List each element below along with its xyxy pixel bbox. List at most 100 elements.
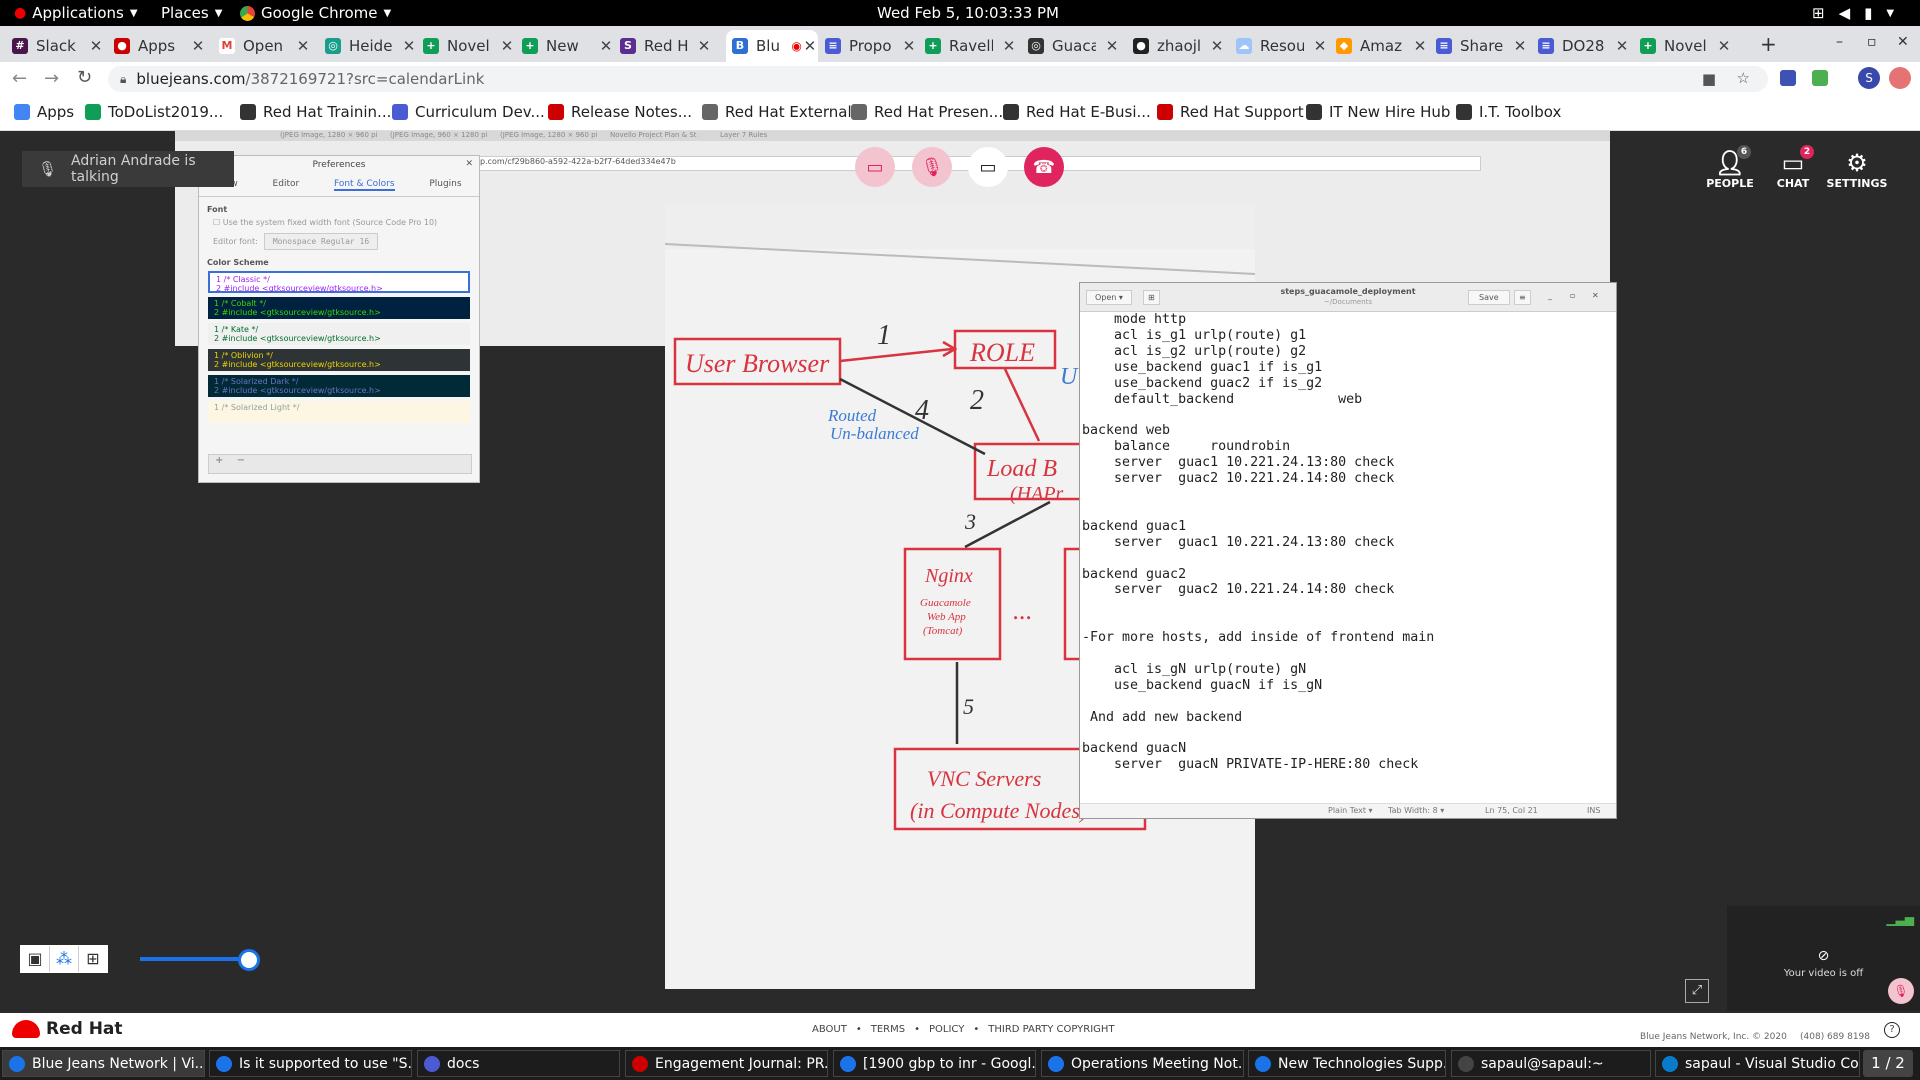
close-icon[interactable]: ✕ [399, 37, 419, 55]
tab-slack[interactable]: # Slack ✕ [12, 30, 106, 62]
profile-avatar[interactable]: S [1858, 67, 1880, 89]
back-icon[interactable]: ← [12, 68, 27, 89]
bookmark-red-hat-support[interactable]: Red Hat Support [1157, 103, 1304, 121]
tab-ravell[interactable]: + Ravell ✕ [925, 30, 1019, 62]
minimize-icon[interactable]: _ [1548, 291, 1552, 300]
tab-blu[interactable]: B Blu ◉ ✕ [726, 30, 818, 62]
remove-scheme-button[interactable]: − [237, 455, 245, 466]
chat-button[interactable]: ▭ 2 CHAT [1758, 145, 1828, 190]
tab-width-selector[interactable]: Tab Width: 8 ▾ [1388, 806, 1444, 815]
hang-up-button[interactable]: ☎ [1024, 147, 1064, 187]
close-icon[interactable]: ✕ [694, 37, 714, 55]
close-icon[interactable]: ✕ [1612, 37, 1632, 55]
bookmark-curriculum-dev[interactable]: Curriculum Dev... [392, 103, 545, 121]
close-icon[interactable]: ✕ [1102, 37, 1122, 55]
close-icon[interactable]: ✕ [596, 37, 616, 55]
minimize-icon[interactable]: – [1836, 34, 1843, 50]
close-icon[interactable]: ✕ [1410, 37, 1430, 55]
taskbar-item[interactable]: docs [417, 1050, 620, 1077]
workspace-indicator[interactable]: 1 / 2 [1863, 1050, 1913, 1077]
people-view-icon[interactable]: ⁂ [49, 946, 78, 972]
close-icon[interactable]: ✕ [86, 37, 106, 55]
star-icon[interactable]: ☆ [1737, 69, 1750, 87]
help-icon[interactable]: ? [1884, 1022, 1900, 1038]
screen-share-button[interactable]: ▭ [968, 147, 1008, 187]
add-scheme-button[interactable]: + [215, 455, 223, 466]
taskbar-item[interactable]: Engagement Journal: PR... [625, 1050, 828, 1077]
zoom-slider[interactable] [140, 949, 260, 971]
footer-link[interactable]: TERMS [871, 1024, 905, 1035]
tab-zhaojl[interactable]: ● zhaojl ✕ [1133, 30, 1227, 62]
tab-red-h[interactable]: S Red H ✕ [620, 30, 714, 62]
tab-novel[interactable]: + Novel ✕ [423, 30, 517, 62]
camera-blocked-icon[interactable]: ■ [1702, 70, 1716, 88]
taskbar-item[interactable]: [1900 gbp to inr - Googl... [833, 1050, 1036, 1077]
color-scheme-item[interactable]: 1 /* Kate */2 #include <gtksourceview/gt… [208, 323, 470, 345]
tab-guaca[interactable]: ◎ Guaca ✕ [1028, 30, 1122, 62]
tab-new[interactable]: + New ✕ [522, 30, 616, 62]
close-icon[interactable]: ✕ [802, 37, 818, 55]
extension-icon[interactable] [1780, 70, 1796, 86]
close-icon[interactable]: ✕ [1897, 34, 1909, 50]
bookmark-red-hat-external[interactable]: Red Hat External [702, 103, 852, 121]
color-scheme-item[interactable]: 1 /* Oblivion */2 #include <gtksourcevie… [208, 349, 470, 371]
close-icon[interactable]: ✕ [497, 37, 517, 55]
taskbar-item[interactable]: New Technologies Supp... [1248, 1050, 1446, 1077]
color-scheme-item[interactable]: 1 /* Cobalt */2 #include <gtksourceview/… [208, 297, 470, 319]
bookmark-red-hat-e-busi[interactable]: Red Hat E-Busi... [1003, 103, 1151, 121]
bookmark-release-notes[interactable]: Release Notes... [548, 103, 692, 121]
extension-icon[interactable] [1812, 70, 1828, 86]
system-tray[interactable]: ⊞ ◀ ▮ ▼ [1812, 4, 1894, 22]
bookmark-todolist2019[interactable]: ToDoList2019... [85, 103, 223, 121]
people-button[interactable]: 👤︎ 6 PEOPLE [1695, 145, 1765, 190]
footer-link[interactable]: THIRD PARTY COPYRIGHT [988, 1024, 1114, 1035]
applications-menu[interactable]: ● Applications ▼ [14, 4, 138, 22]
prefs-tab[interactable]: Editor [273, 179, 300, 191]
taskbar-item[interactable]: Blue Jeans Network | Vi... [2, 1050, 205, 1077]
close-icon[interactable]: ✕ [999, 37, 1019, 55]
close-icon[interactable]: ✕ [1310, 37, 1330, 55]
close-icon[interactable]: ✕ [1592, 291, 1599, 300]
tab-novel[interactable]: + Novel ✕ [1640, 30, 1734, 62]
tab-amaz[interactable]: ◆ Amaz ✕ [1336, 30, 1430, 62]
address-bar[interactable]: 🔒︎ bluejeans.com/387216972​1?src=calenda… [108, 66, 1768, 92]
places-menu[interactable]: Places ▼ [161, 4, 222, 22]
taskbar-item[interactable]: Operations Meeting Not... [1041, 1050, 1244, 1077]
close-icon[interactable]: ✕ [465, 159, 473, 169]
extension-icon[interactable] [1889, 67, 1911, 89]
forward-icon[interactable]: → [44, 68, 59, 89]
tab-open[interactable]: M Open ✕ [219, 30, 313, 62]
mute-button[interactable]: 🎙︎ [912, 147, 952, 187]
save-button[interactable]: Save [1468, 290, 1510, 305]
bookmark-i-t-toolbox[interactable]: I.T. Toolbox [1456, 103, 1561, 121]
bookmark-apps[interactable]: Apps [14, 103, 74, 121]
system-font-checkbox[interactable]: ☐ Use the system fixed width font (Sourc… [213, 218, 479, 227]
gallery-view-icon[interactable]: ⊞ [78, 946, 107, 972]
close-icon[interactable]: ✕ [188, 37, 208, 55]
editor-font-button[interactable]: Monospace Regular 16 [263, 233, 379, 250]
tab-do28[interactable]: ≡ DO28 ✕ [1538, 30, 1632, 62]
footer-link[interactable]: ABOUT [812, 1024, 847, 1035]
clock[interactable]: Wed Feb 5, 10:03:33 PM [877, 4, 1059, 22]
speaker-view-icon[interactable]: ▣ [21, 946, 49, 972]
cursor-position[interactable]: Ln 75, Col 21 [1485, 806, 1538, 815]
prefs-tab[interactable]: Font & Colors [333, 179, 395, 191]
bookmark-red-hat-presen[interactable]: Red Hat Presen... [851, 103, 1003, 121]
taskbar-item[interactable]: sapaul@sapaul:~ [1451, 1050, 1651, 1077]
color-scheme-item[interactable]: 1 /* Solarized Light */ [208, 401, 470, 423]
maximize-icon[interactable]: ▫ [1867, 34, 1877, 50]
reload-icon[interactable]: ↻ [77, 67, 92, 88]
close-icon[interactable]: ✕ [1207, 37, 1227, 55]
tab-share[interactable]: ≡ Share ✕ [1436, 30, 1530, 62]
fullscreen-icon[interactable]: ⤢ [1685, 979, 1709, 1003]
new-tab-icon[interactable]: + [1760, 32, 1777, 56]
tab-resou[interactable]: ☁ Resou ✕ [1236, 30, 1330, 62]
video-toggle-button[interactable]: ▭ [855, 147, 895, 187]
app-menu[interactable]: Google Chrome ▼ [240, 4, 391, 22]
taskbar-item[interactable]: Is it supported to use "S... [209, 1050, 412, 1077]
menu-icon[interactable]: ≡ [1514, 290, 1531, 305]
bookmark-red-hat-trainin[interactable]: Red Hat Trainin... [240, 103, 391, 121]
close-icon[interactable]: ✕ [899, 37, 919, 55]
taskbar-item[interactable]: sapaul - Visual Studio Co... [1655, 1050, 1860, 1077]
slider-handle[interactable] [238, 949, 260, 971]
